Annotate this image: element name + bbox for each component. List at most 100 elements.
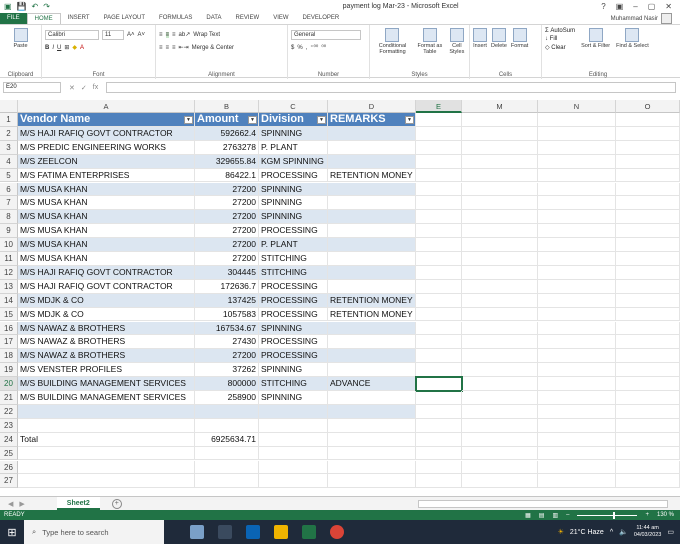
cell-e[interactable] <box>416 210 462 225</box>
horizontal-scrollbar[interactable] <box>418 499 668 508</box>
redo-icon[interactable]: ↷ <box>43 2 50 11</box>
cell-e[interactable] <box>416 349 462 364</box>
clock[interactable]: 11:44 am 04/03/2023 <box>634 525 662 539</box>
cell-e[interactable] <box>416 182 462 197</box>
cell-o[interactable] <box>616 279 680 294</box>
row-header[interactable]: 20 <box>0 377 18 391</box>
amount-cell[interactable]: 258900 <box>195 391 259 405</box>
row-header[interactable]: 26 <box>0 460 18 475</box>
taskbar-search[interactable]: ⌕ Type here to search <box>24 520 164 544</box>
cell-n[interactable] <box>538 307 616 322</box>
vendor-cell[interactable]: M/S NAWAZ & BROTHERS <box>18 335 195 350</box>
tab-view[interactable]: VIEW <box>266 13 295 24</box>
row-header[interactable]: 23 <box>0 418 18 433</box>
zoom-thumb[interactable] <box>613 511 616 519</box>
align-left-icon[interactable]: ≡ <box>159 45 163 51</box>
cell-o[interactable] <box>616 432 680 447</box>
vendor-cell[interactable] <box>18 446 195 461</box>
cell-n[interactable] <box>538 335 616 350</box>
vendor-cell[interactable]: M/S HAJI RAFIQ GOVT CONTRACTOR <box>18 126 195 141</box>
indent-icon[interactable]: ⇤⇥ <box>179 44 189 51</box>
remarks-cell[interactable]: RETENTION MONEY <box>328 293 416 308</box>
cell-n[interactable] <box>538 418 616 433</box>
cell-m[interactable] <box>462 279 538 294</box>
header-vendor[interactable]: Vendor Name ▼ <box>18 113 195 127</box>
cell-n[interactable] <box>538 391 616 405</box>
selected-cell-e20[interactable] <box>415 376 463 392</box>
remarks-cell[interactable] <box>328 182 416 197</box>
cell-o[interactable] <box>616 321 680 336</box>
row-header[interactable]: 15 <box>0 307 18 322</box>
undo-icon[interactable]: ↶ <box>32 2 39 11</box>
vendor-cell[interactable]: M/S BUILDING MANAGEMENT SERVICES <box>18 377 195 391</box>
amount-cell[interactable]: 137425 <box>195 293 259 308</box>
remarks-cell[interactable] <box>328 432 416 447</box>
cell-m[interactable] <box>462 307 538 322</box>
cell-n[interactable] <box>538 196 616 211</box>
align-center-icon[interactable]: ≡ <box>166 45 170 51</box>
vendor-cell[interactable]: M/S MUSA KHAN <box>18 210 195 225</box>
row-header[interactable]: 12 <box>0 265 18 280</box>
cell-m[interactable] <box>462 252 538 266</box>
cell-m[interactable] <box>462 113 538 127</box>
division-cell[interactable]: PROCESSING <box>259 168 328 183</box>
orientation-icon[interactable]: ab↗ <box>179 31 191 38</box>
remarks-cell[interactable]: RETENTION MONEY <box>328 168 416 183</box>
cell-n[interactable] <box>538 321 616 336</box>
filter-dropdown-icon[interactable]: ▼ <box>405 116 414 124</box>
division-cell[interactable]: SPINNING <box>259 196 328 211</box>
cell-m[interactable] <box>462 349 538 364</box>
vendor-cell[interactable] <box>18 404 195 419</box>
close-icon[interactable]: ✕ <box>665 2 672 11</box>
cell-m[interactable] <box>462 446 538 461</box>
align-right-icon[interactable]: ≡ <box>172 45 176 51</box>
cell-o[interactable] <box>616 363 680 378</box>
remarks-cell[interactable] <box>328 460 416 475</box>
division-cell[interactable] <box>259 418 328 433</box>
cell-e[interactable] <box>416 140 462 155</box>
tab-page-layout[interactable]: PAGE LAYOUT <box>97 13 152 24</box>
cell-n[interactable] <box>538 252 616 266</box>
underline-button[interactable]: U <box>57 45 61 51</box>
cell-o[interactable] <box>616 335 680 350</box>
row-header[interactable]: 14 <box>0 293 18 308</box>
remarks-cell[interactable] <box>328 196 416 211</box>
vendor-cell[interactable]: M/S PREDIC ENGINEERING WORKS <box>18 140 195 155</box>
division-cell[interactable] <box>259 432 328 447</box>
cell-m[interactable] <box>462 224 538 239</box>
cell-o[interactable] <box>616 168 680 183</box>
division-cell[interactable] <box>259 404 328 419</box>
tab-developer[interactable]: DEVELOPER <box>296 13 347 24</box>
cell-m[interactable] <box>462 140 538 155</box>
italic-button[interactable]: I <box>52 45 54 51</box>
ribbon-display-icon[interactable]: ▣ <box>616 2 624 11</box>
cell-o[interactable] <box>616 293 680 308</box>
division-cell[interactable]: PROCESSING <box>259 224 328 239</box>
insert-function-icon[interactable]: fx <box>93 84 98 92</box>
cell-e[interactable] <box>416 196 462 211</box>
remarks-cell[interactable] <box>328 474 416 489</box>
cell-e[interactable] <box>416 168 462 183</box>
row-header[interactable]: 13 <box>0 279 18 294</box>
amount-cell[interactable]: 27200 <box>195 210 259 225</box>
remarks-cell[interactable] <box>328 404 416 419</box>
cell-e[interactable] <box>416 404 462 419</box>
cell-e[interactable] <box>416 293 462 308</box>
shrink-font-button[interactable]: A˅ <box>138 32 146 38</box>
cell-n[interactable] <box>538 113 616 127</box>
align-middle-icon[interactable]: ≡ <box>165 31 170 38</box>
cell-o[interactable] <box>616 391 680 405</box>
cell-m[interactable] <box>462 168 538 183</box>
fill-color-icon[interactable]: ◆ <box>72 44 77 51</box>
currency-button[interactable]: $ <box>291 45 294 51</box>
remarks-cell[interactable] <box>328 224 416 239</box>
cell-n[interactable] <box>538 238 616 252</box>
cell-o[interactable] <box>616 349 680 364</box>
find-select-button[interactable]: Find & Select <box>616 28 649 51</box>
vendor-cell[interactable]: M/S MUSA KHAN <box>18 238 195 252</box>
amount-cell[interactable]: 37262 <box>195 363 259 378</box>
cell-n[interactable] <box>538 363 616 378</box>
cell-e[interactable] <box>416 335 462 350</box>
cell-m[interactable] <box>462 391 538 405</box>
font-color-icon[interactable]: A <box>80 45 84 51</box>
